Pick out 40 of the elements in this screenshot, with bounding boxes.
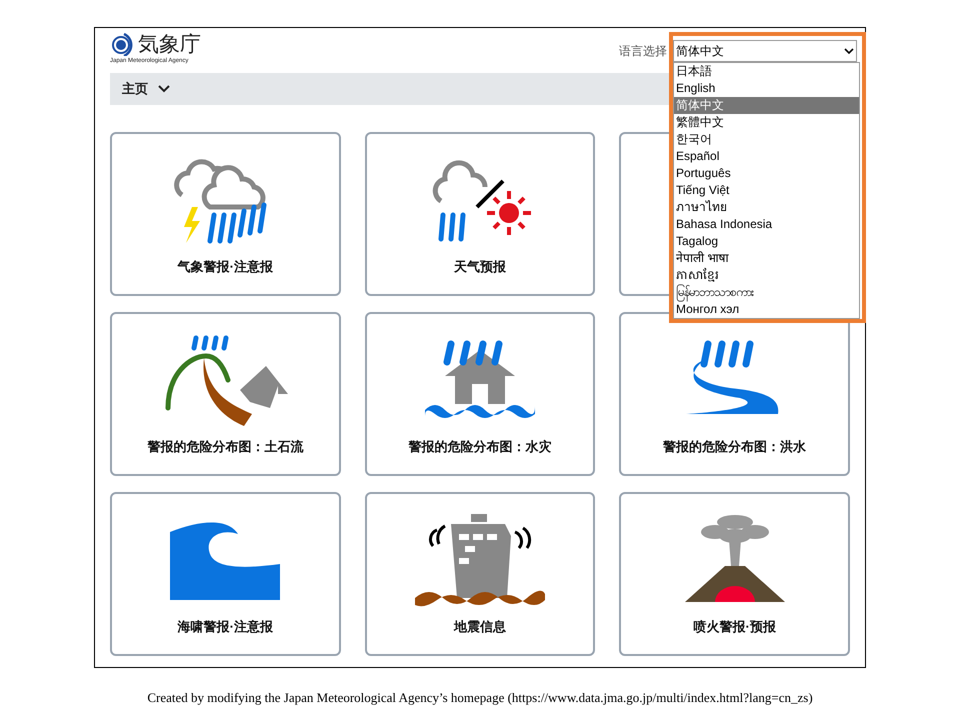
menu-card[interactable]: 海啸警报·注意报 bbox=[110, 492, 341, 656]
language-option[interactable]: Tagalog bbox=[674, 233, 859, 250]
language-select[interactable]: 简体中文 bbox=[673, 40, 857, 62]
logo-emblem-icon bbox=[110, 32, 134, 56]
card-label: 喷火警报·预报 bbox=[693, 618, 776, 636]
card-label: 警报的危险分布图：土石流 bbox=[147, 438, 304, 456]
language-option[interactable]: 한국어 bbox=[674, 131, 859, 148]
language-option[interactable]: Tiếng Việt bbox=[674, 182, 859, 199]
menu-card[interactable]: 天气预报 bbox=[364, 132, 596, 296]
wave-icon bbox=[170, 520, 280, 600]
chevron-down-icon bbox=[158, 85, 170, 93]
home-menu-button[interactable]: 主页 bbox=[122, 79, 170, 99]
language-option[interactable]: 日本語 bbox=[674, 63, 859, 80]
language-option[interactable]: 简体中文 bbox=[674, 97, 859, 114]
menu-card[interactable]: 警报的危险分布图：土石流 bbox=[110, 312, 341, 476]
card-label: 警报的危险分布图：洪水 bbox=[663, 438, 806, 456]
menu-card[interactable]: 警报的危险分布图：水灾 bbox=[364, 312, 596, 476]
card-label: 天气预报 bbox=[454, 258, 506, 276]
language-label: 语言选择 bbox=[619, 43, 667, 60]
flooded-house-icon bbox=[424, 340, 535, 420]
caption: Created by modifying the Japan Meteorological Agency’s homepage (https://www.data.jma.go.jp/multi/index.html?lang=cn_zs) bbox=[147, 689, 813, 707]
language-option[interactable]: 繁體中文 bbox=[674, 114, 859, 131]
language-option[interactable]: Bahasa Indonesia bbox=[674, 216, 859, 233]
card-label: 地震信息 bbox=[454, 618, 506, 636]
card-label: 海啸警报·注意报 bbox=[178, 618, 273, 636]
card-label: 气象警报·注意报 bbox=[178, 258, 273, 276]
language-option[interactable]: English bbox=[674, 80, 859, 97]
menu-card[interactable]: 警报的危险分布图：洪水 bbox=[619, 312, 850, 476]
language-option[interactable]: Español bbox=[674, 148, 859, 165]
language-option[interactable]: ภาษาไทย bbox=[674, 199, 859, 216]
language-option[interactable]: ភាសាខ្មែរ bbox=[674, 267, 859, 284]
language-option[interactable]: नेपाली भाषा bbox=[674, 250, 859, 267]
language-option[interactable]: မြန်မာဘာသာစကား bbox=[674, 284, 859, 301]
card-label: 警报的危险分布图：水灾 bbox=[408, 438, 552, 456]
caret-icon bbox=[844, 48, 854, 54]
language-option[interactable]: Português bbox=[674, 165, 859, 182]
menu-card[interactable]: 喷火警报·预报 bbox=[619, 492, 850, 656]
menu-card[interactable]: 地震信息 bbox=[364, 492, 596, 656]
menu-card[interactable]: 气象警报·注意报 bbox=[110, 132, 341, 296]
logo-text: 気象庁 bbox=[138, 34, 201, 54]
